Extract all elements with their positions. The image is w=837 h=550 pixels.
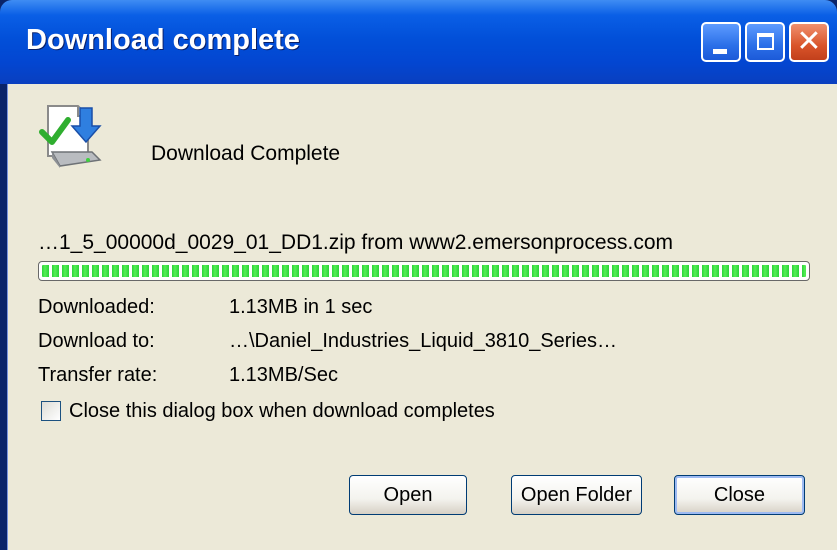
- downloaded-value: 1.13MB in 1 sec: [229, 296, 373, 318]
- maximize-button[interactable]: [745, 22, 785, 62]
- status-heading: Download Complete: [151, 142, 341, 165]
- maximize-icon: [757, 33, 774, 50]
- open-button[interactable]: Open: [349, 475, 467, 515]
- close-icon: ✕: [796, 25, 822, 58]
- minimize-button[interactable]: [701, 22, 741, 62]
- close-on-complete-label[interactable]: Close this dialog box when download comp…: [69, 400, 495, 423]
- minimize-icon: [713, 49, 727, 54]
- transfer-rate-label: Transfer rate:: [38, 364, 158, 386]
- download-source: …1_5_00000d_0029_01_DD1.zip from www2.em…: [38, 231, 674, 254]
- close-on-complete-option[interactable]: Close this dialog box when download comp…: [41, 399, 495, 423]
- download-to-label: Download to:: [38, 330, 155, 352]
- title-bar[interactable]: Download complete ✕: [0, 0, 837, 84]
- close-window-button[interactable]: ✕: [789, 22, 829, 62]
- window-title: Download complete: [26, 24, 300, 56]
- transfer-rate-value: 1.13MB/Sec: [229, 364, 338, 386]
- open-folder-button[interactable]: Open Folder: [511, 475, 642, 515]
- download-dialog: Download complete ✕ Download Complete …1…: [0, 0, 837, 550]
- download-to-value: …\Daniel_Industries_Liquid_3810_Series…: [229, 330, 618, 352]
- close-button[interactable]: Close: [674, 475, 805, 515]
- dialog-body: Download Complete …1_5_00000d_0029_01_DD…: [7, 84, 837, 550]
- close-on-complete-checkbox[interactable]: [41, 401, 61, 421]
- downloaded-label: Downloaded:: [38, 296, 155, 318]
- download-complete-icon: [39, 105, 102, 168]
- download-progress-bar: [38, 261, 810, 281]
- progress-fill: [42, 265, 806, 277]
